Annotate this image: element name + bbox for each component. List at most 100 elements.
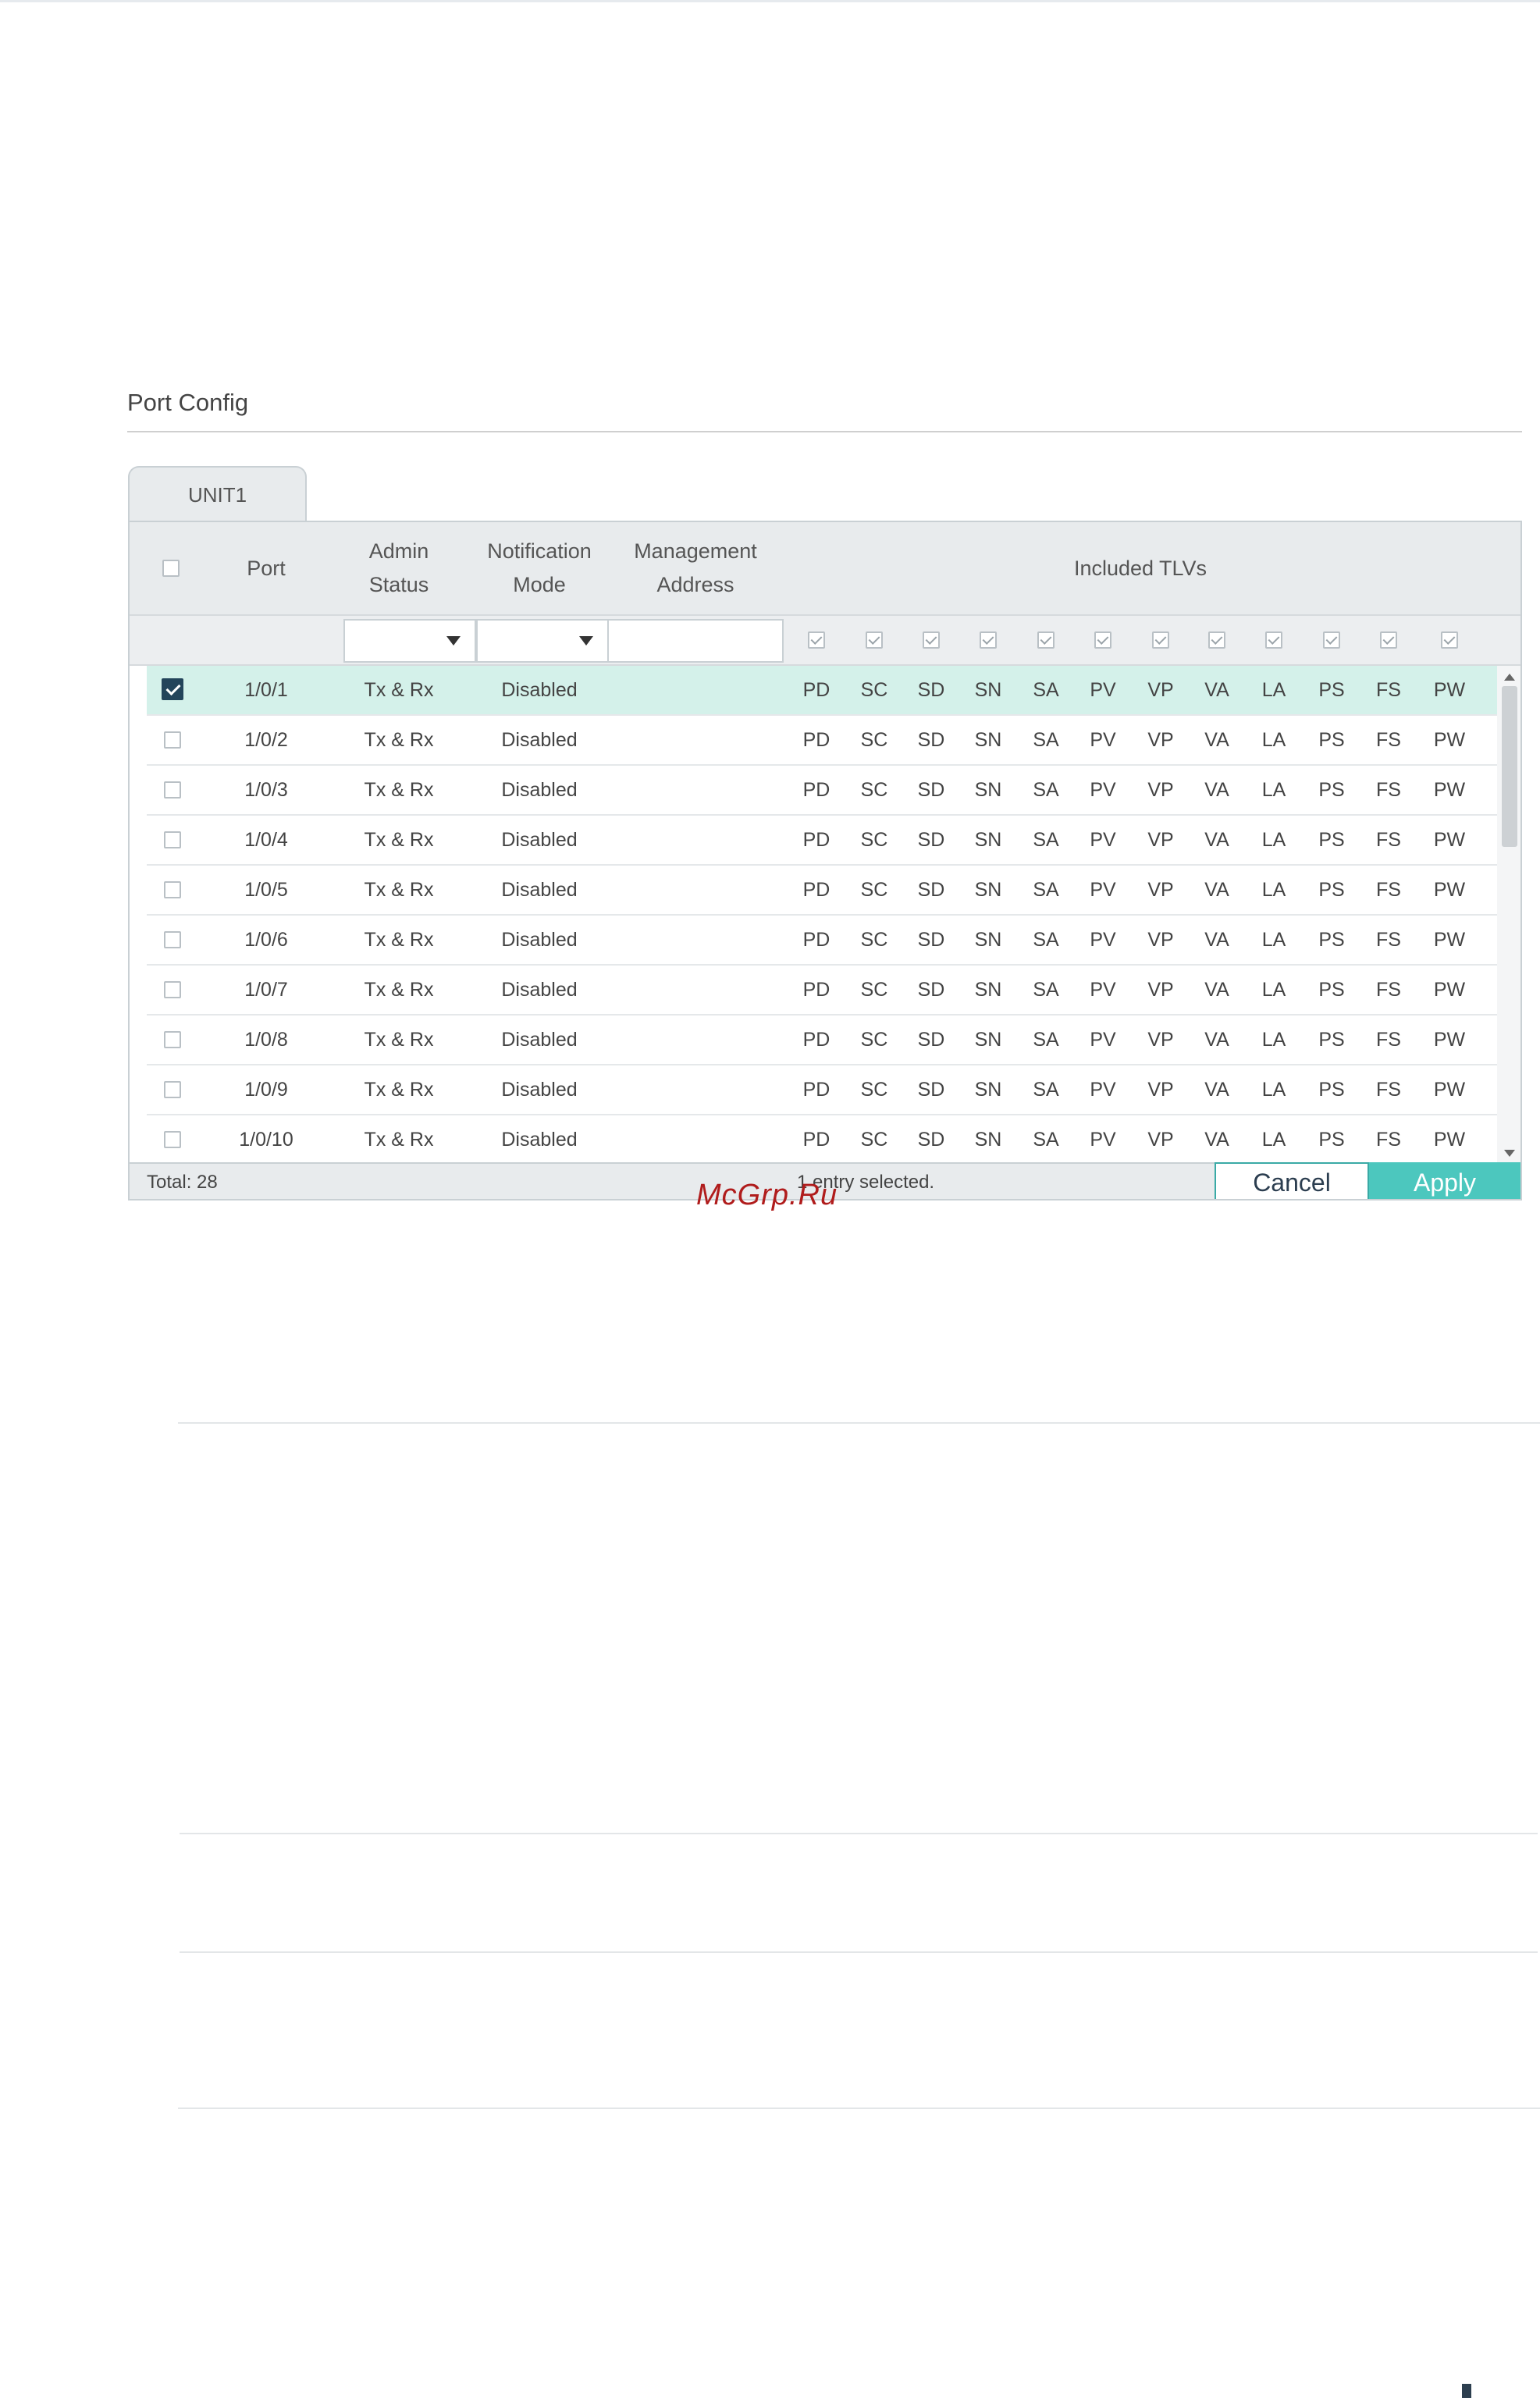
table-row[interactable]: 1/0/7 Tx & Rx Disabled PD SC SD SN SA PV VP VA LA PS…	[147, 966, 1497, 1016]
tlv-sc-cell[interactable]: SC	[851, 666, 898, 714]
tlv-vp-cell[interactable]: VP	[1137, 1115, 1184, 1164]
tlv-pw-cell[interactable]: PW	[1426, 716, 1473, 764]
tlv-sd-cell[interactable]: SD	[908, 1016, 955, 1064]
tlv-la-cell[interactable]: LA	[1250, 816, 1297, 864]
table-row[interactable]: 1/0/2 Tx & Rx Disabled PD SC SD SN SA PV VP VA LA PS…	[147, 716, 1497, 766]
tlv-pd-cell[interactable]: PD	[793, 1016, 840, 1064]
tlv-sd-cell[interactable]: SD	[908, 966, 955, 1014]
tlv-pd-cell[interactable]: PD	[793, 866, 840, 914]
tlv-vp-cell[interactable]: VP	[1137, 966, 1184, 1014]
tlv-sa-cell[interactable]: SA	[1023, 1065, 1069, 1114]
tlv-vp-cell[interactable]: VP	[1137, 1016, 1184, 1064]
tlv-vp-cell[interactable]: VP	[1137, 916, 1184, 964]
tlv-va-select-all-checkbox[interactable]	[1208, 631, 1225, 649]
tlv-pv-cell[interactable]: PV	[1079, 916, 1126, 964]
tlv-va-cell[interactable]: VA	[1193, 816, 1240, 864]
tlv-sa-cell[interactable]: SA	[1023, 716, 1069, 764]
tlv-sc-cell[interactable]: SC	[851, 816, 898, 864]
tlv-vp-cell[interactable]: VP	[1137, 866, 1184, 914]
tlv-va-cell[interactable]: VA	[1193, 966, 1240, 1014]
tlv-pd-cell[interactable]: PD	[793, 1065, 840, 1114]
tlv-pv-cell[interactable]: PV	[1079, 966, 1126, 1014]
tlv-la-cell[interactable]: LA	[1250, 666, 1297, 714]
tlv-pv-cell[interactable]: PV	[1079, 716, 1126, 764]
tlv-sn-cell[interactable]: SN	[965, 1016, 1012, 1064]
tlv-sn-cell[interactable]: SN	[965, 966, 1012, 1014]
tlv-fs-cell[interactable]: FS	[1365, 1065, 1412, 1114]
tlv-sn-cell[interactable]: SN	[965, 1115, 1012, 1164]
tlv-sn-cell[interactable]: SN	[965, 666, 1012, 714]
tlv-va-cell[interactable]: VA	[1193, 916, 1240, 964]
tlv-ps-cell[interactable]: PS	[1308, 816, 1355, 864]
row-checkbox[interactable]	[164, 981, 181, 998]
tlv-pv-cell[interactable]: PV	[1079, 666, 1126, 714]
row-checkbox[interactable]	[164, 1081, 181, 1098]
tlv-ps-cell[interactable]: PS	[1308, 1065, 1355, 1114]
tlv-fs-cell[interactable]: FS	[1365, 716, 1412, 764]
tlv-sa-select-all-checkbox[interactable]	[1037, 631, 1055, 649]
tab-unit1[interactable]: UNIT1	[128, 466, 307, 522]
table-row[interactable]: 1/0/6 Tx & Rx Disabled PD SC SD SN SA PV VP VA LA PS…	[147, 916, 1497, 966]
tlv-sc-select-all-checkbox[interactable]	[866, 631, 883, 649]
tlv-ps-cell[interactable]: PS	[1308, 666, 1355, 714]
tlv-pv-cell[interactable]: PV	[1079, 866, 1126, 914]
table-row[interactable]: 1/0/1 Tx & Rx Disabled PD SC SD SN SA PV VP VA LA PS…	[147, 666, 1497, 716]
tlv-fs-cell[interactable]: FS	[1365, 766, 1412, 814]
tlv-vp-cell[interactable]: VP	[1137, 666, 1184, 714]
cancel-button[interactable]: Cancel	[1215, 1162, 1369, 1199]
select-all-checkbox[interactable]	[162, 560, 180, 577]
tlv-sd-cell[interactable]: SD	[908, 866, 955, 914]
tlv-ps-cell[interactable]: PS	[1308, 966, 1355, 1014]
tlv-ps-select-all-checkbox[interactable]	[1323, 631, 1340, 649]
admin-status-filter-select[interactable]	[343, 619, 476, 663]
scrollbar-thumb[interactable]	[1502, 686, 1517, 847]
tlv-pw-select-all-checkbox[interactable]	[1441, 631, 1458, 649]
tlv-va-cell[interactable]: VA	[1193, 766, 1240, 814]
tlv-pd-cell[interactable]: PD	[793, 766, 840, 814]
tlv-sn-cell[interactable]: SN	[965, 916, 1012, 964]
tlv-vp-select-all-checkbox[interactable]	[1152, 631, 1169, 649]
tlv-fs-cell[interactable]: FS	[1365, 966, 1412, 1014]
tlv-pv-cell[interactable]: PV	[1079, 1065, 1126, 1114]
notification-mode-filter-select[interactable]	[476, 619, 609, 663]
row-checkbox[interactable]	[164, 1031, 181, 1048]
tlv-sc-cell[interactable]: SC	[851, 766, 898, 814]
tlv-la-select-all-checkbox[interactable]	[1265, 631, 1282, 649]
tlv-la-cell[interactable]: LA	[1250, 966, 1297, 1014]
tlv-va-cell[interactable]: VA	[1193, 1065, 1240, 1114]
row-checkbox[interactable]	[164, 881, 181, 898]
tlv-sa-cell[interactable]: SA	[1023, 1016, 1069, 1064]
tlv-pd-cell[interactable]: PD	[793, 916, 840, 964]
tlv-sa-cell[interactable]: SA	[1023, 1115, 1069, 1164]
tlv-va-cell[interactable]: VA	[1193, 1016, 1240, 1064]
tlv-pd-cell[interactable]: PD	[793, 816, 840, 864]
tlv-vp-cell[interactable]: VP	[1137, 1065, 1184, 1114]
management-address-filter-input[interactable]	[607, 619, 784, 663]
tlv-sc-cell[interactable]: SC	[851, 916, 898, 964]
tlv-la-cell[interactable]: LA	[1250, 1065, 1297, 1114]
tlv-vp-cell[interactable]: VP	[1137, 816, 1184, 864]
tlv-sa-cell[interactable]: SA	[1023, 816, 1069, 864]
tlv-sa-cell[interactable]: SA	[1023, 916, 1069, 964]
row-checkbox[interactable]	[164, 931, 181, 948]
tlv-sc-cell[interactable]: SC	[851, 966, 898, 1014]
scroll-down-arrow-icon[interactable]	[1504, 1150, 1515, 1157]
tlv-sc-cell[interactable]: SC	[851, 716, 898, 764]
tlv-va-cell[interactable]: VA	[1193, 866, 1240, 914]
tlv-va-cell[interactable]: VA	[1193, 1115, 1240, 1164]
tlv-fs-cell[interactable]: FS	[1365, 866, 1412, 914]
tlv-sa-cell[interactable]: SA	[1023, 966, 1069, 1014]
tlv-ps-cell[interactable]: PS	[1308, 916, 1355, 964]
tlv-fs-cell[interactable]: FS	[1365, 916, 1412, 964]
table-row[interactable]: 1/0/10 Tx & Rx Disabled PD SC SD SN SA PV VP VA LA P…	[147, 1115, 1497, 1165]
tlv-pw-cell[interactable]: PW	[1426, 766, 1473, 814]
tlv-sd-cell[interactable]: SD	[908, 1115, 955, 1164]
tlv-fs-cell[interactable]: FS	[1365, 1016, 1412, 1064]
tlv-la-cell[interactable]: LA	[1250, 1115, 1297, 1164]
tlv-fs-select-all-checkbox[interactable]	[1380, 631, 1397, 649]
tlv-pw-cell[interactable]: PW	[1426, 1065, 1473, 1114]
tlv-sn-cell[interactable]: SN	[965, 716, 1012, 764]
tlv-pv-cell[interactable]: PV	[1079, 1115, 1126, 1164]
tlv-la-cell[interactable]: LA	[1250, 916, 1297, 964]
tlv-ps-cell[interactable]: PS	[1308, 1115, 1355, 1164]
